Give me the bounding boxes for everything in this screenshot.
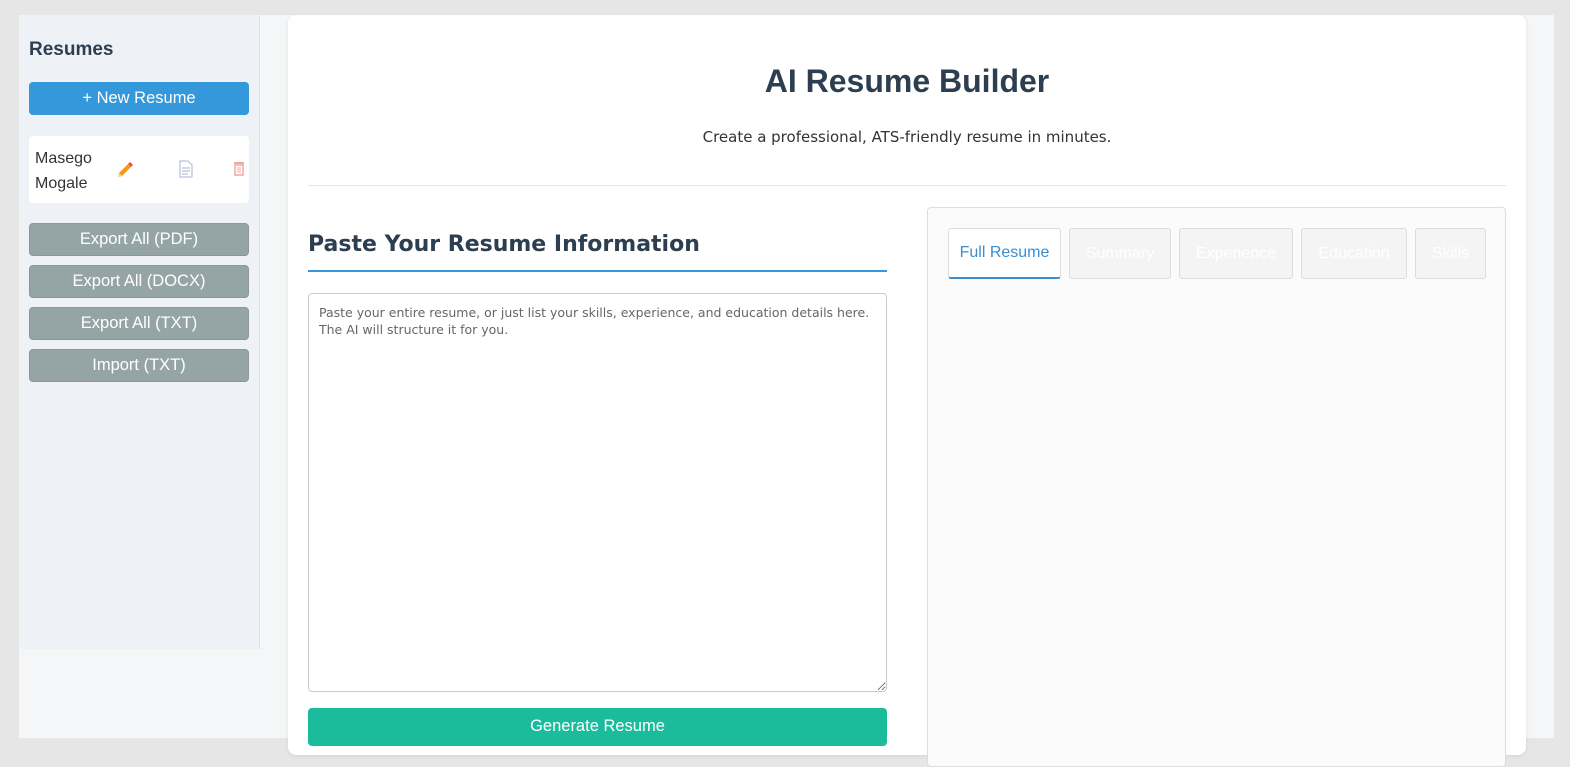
new-resume-button[interactable]: + New Resume bbox=[29, 82, 249, 115]
generate-resume-button[interactable]: Generate Resume bbox=[308, 708, 887, 746]
tab-education[interactable]: Education bbox=[1301, 228, 1407, 279]
document-icon[interactable] bbox=[178, 160, 194, 182]
input-section-title: Paste Your Resume Information bbox=[308, 232, 700, 257]
header-divider bbox=[308, 185, 1506, 186]
page-subtitle: Create a professional, ATS-friendly resu… bbox=[702, 128, 1112, 146]
section-underline bbox=[308, 270, 887, 272]
resume-info-textarea[interactable] bbox=[308, 293, 887, 692]
page-title: AI Resume Builder bbox=[764, 63, 1050, 99]
tab-summary[interactable]: Summary bbox=[1069, 228, 1171, 279]
pencil-icon[interactable] bbox=[115, 160, 135, 184]
tab-skills[interactable]: Skills bbox=[1415, 228, 1486, 279]
sidebar-title: Resumes bbox=[29, 39, 114, 60]
export-all-txt-button[interactable]: Export All (TXT) bbox=[29, 307, 249, 340]
resume-name: Masego Mogale bbox=[35, 150, 92, 192]
trash-icon[interactable] bbox=[233, 160, 245, 180]
resume-preview-panel: Full Resume Summary Experience Education… bbox=[927, 207, 1506, 767]
export-all-docx-button[interactable]: Export All (DOCX) bbox=[29, 265, 249, 298]
tab-full-resume[interactable]: Full Resume bbox=[948, 228, 1061, 279]
tab-experience[interactable]: Experience bbox=[1179, 228, 1293, 279]
resume-list-item[interactable]: Masego Mogale bbox=[29, 136, 249, 203]
main-content: AI Resume Builder Create a professional,… bbox=[288, 15, 1526, 767]
sidebar: Resumes + New Resume Masego Mogale Expor… bbox=[19, 15, 260, 649]
import-txt-button[interactable]: Import (TXT) bbox=[29, 349, 249, 382]
export-all-pdf-button[interactable]: Export All (PDF) bbox=[29, 223, 249, 256]
